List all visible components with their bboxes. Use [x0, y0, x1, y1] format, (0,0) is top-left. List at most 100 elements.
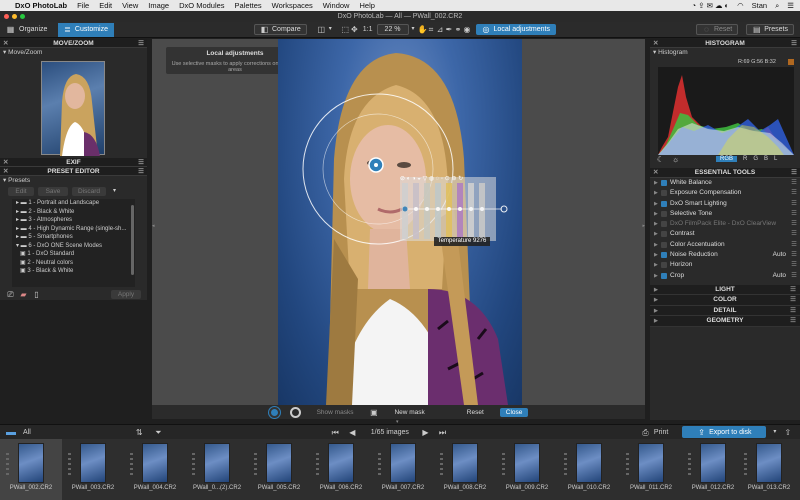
tab-customize[interactable]: ≣ Customize: [58, 22, 114, 37]
presets-subheader[interactable]: ▾ Presets: [0, 176, 147, 185]
main-photo[interactable]: ⊘ ◐ ◑ ◒ ▽ ◍ ◌ ◦ ⊙ ⊛ ↻ Temperature 9276: [278, 39, 522, 405]
eyedropper-icon[interactable]: ✒: [445, 25, 454, 34]
tab-organize[interactable]: ▦ Organize: [0, 23, 58, 37]
expand-icon[interactable]: ▶: [654, 250, 658, 260]
first-image-icon[interactable]: ⏮: [331, 428, 340, 437]
split-view-icon[interactable]: ◫: [317, 25, 326, 34]
rating-dots[interactable]: [192, 453, 195, 475]
navigator-thumbnail[interactable]: [41, 61, 105, 156]
expand-icon[interactable]: ▶: [654, 295, 658, 306]
chevron-down-icon[interactable]: ▾: [409, 25, 418, 34]
expand-icon[interactable]: ▶: [654, 209, 658, 219]
eye-icon[interactable]: ◉: [463, 25, 472, 34]
list-item[interactable]: PWall_012.CR2: [682, 439, 744, 500]
list-item[interactable]: ▣ 3 - Black & White: [16, 267, 135, 276]
zoom-window-button[interactable]: [20, 14, 25, 19]
crop-icon[interactable]: ⌗: [427, 25, 436, 34]
list-item[interactable]: ▸ ▬ 3 - Atmospheres: [16, 216, 135, 225]
list-item[interactable]: PWall_007.CR2: [372, 439, 434, 500]
show-masks-button[interactable]: Show masks: [311, 408, 360, 417]
panel-menu-icon[interactable]: ☰: [790, 295, 796, 306]
toggle-icon[interactable]: [661, 180, 667, 186]
horizon-icon[interactable]: ⊿: [436, 25, 445, 34]
print-button[interactable]: Print: [654, 429, 668, 436]
tool-white-balance[interactable]: ▶ White Balance ☰: [650, 178, 800, 188]
folder-all-label[interactable]: All: [23, 429, 31, 436]
tool-color-accentuation[interactable]: ▶ Color Accentuation ☰: [650, 240, 800, 250]
section-light[interactable]: ▶ LIGHT ☰: [650, 284, 800, 296]
menu-edit[interactable]: Edit: [94, 1, 117, 10]
preset-editor-header[interactable]: ✕ PRESET EDITOR ☰: [0, 167, 147, 176]
rating-dots[interactable]: [130, 453, 133, 475]
list-item[interactable]: PWall_004.CR2: [124, 439, 186, 500]
channel-l[interactable]: L: [774, 156, 777, 162]
reset-adjustments-button[interactable]: Reset: [461, 408, 490, 417]
channel-r[interactable]: R: [743, 156, 747, 162]
rating-dots[interactable]: [316, 453, 319, 475]
expand-icon[interactable]: ▶: [654, 316, 658, 327]
sort-icon[interactable]: ⇅: [135, 428, 144, 437]
toggle-icon[interactable]: [661, 272, 667, 279]
menu-image[interactable]: Image: [143, 1, 174, 10]
preset-icon[interactable]: ⎚: [6, 290, 15, 299]
tool-horizon[interactable]: ▶ Horizon ☰: [650, 260, 800, 270]
histogram-header[interactable]: ✕ HISTOGRAM ☰: [650, 39, 800, 48]
save-preset-button[interactable]: Save: [38, 186, 68, 196]
expand-icon[interactable]: ▶: [654, 306, 658, 317]
list-item[interactable]: ▸ ▬ 2 - Black & White: [16, 208, 135, 217]
list-item[interactable]: ▸ ▬ 4 - High Dynamic Range (single-sh...: [16, 225, 135, 234]
panel-menu-icon[interactable]: ☰: [138, 167, 144, 176]
share-icon[interactable]: ⇧: [783, 428, 792, 437]
reset-button[interactable]: ◌ Reset: [695, 24, 739, 35]
apply-button[interactable]: Apply: [111, 290, 141, 299]
list-item[interactable]: PWall_013.CR2: [738, 439, 800, 500]
close-icon[interactable]: ✕: [3, 158, 8, 167]
panel-menu-icon[interactable]: ☰: [791, 260, 797, 270]
hand-icon[interactable]: ✋: [418, 25, 428, 34]
list-item[interactable]: PWall_009.CR2: [496, 439, 558, 500]
panel-menu-icon[interactable]: ☰: [791, 250, 797, 260]
channel-rgb[interactable]: RGB: [716, 156, 738, 162]
panel-menu-icon[interactable]: ☰: [791, 219, 797, 229]
toggle-icon[interactable]: [661, 231, 667, 238]
chevron-down-icon[interactable]: ▾: [110, 187, 119, 196]
rating-dots[interactable]: [502, 453, 505, 475]
panel-menu-icon[interactable]: ☰: [791, 39, 797, 48]
close-icon[interactable]: ✕: [3, 167, 8, 176]
list-item[interactable]: PWall_008.CR2: [434, 439, 496, 500]
image-canvas[interactable]: Local adjustments Use selective masks to…: [152, 39, 645, 405]
moon-icon[interactable]: ☾: [656, 155, 665, 164]
close-window-button[interactable]: [4, 14, 9, 19]
ratio-button[interactable]: 1:1: [363, 26, 373, 33]
panel-menu-icon[interactable]: ☰: [791, 209, 797, 219]
chevron-down-icon[interactable]: ▾: [326, 25, 335, 34]
toggle-icon[interactable]: [661, 241, 667, 248]
menu-window[interactable]: Window: [318, 1, 355, 10]
right-panel-collapse-arrow[interactable]: ▸: [642, 223, 645, 229]
toggle-icon[interactable]: [661, 221, 667, 228]
rating-dots[interactable]: [68, 453, 71, 475]
repair-icon[interactable]: ⚭: [454, 25, 463, 34]
list-item[interactable]: PWall_0...(2).CR2: [186, 439, 248, 500]
toggle-icon[interactable]: [661, 262, 667, 269]
section-color[interactable]: ▶ COLOR ☰: [650, 295, 800, 306]
edit-preset-button[interactable]: Edit: [8, 186, 34, 196]
local-adjust-mode-icon[interactable]: [268, 406, 280, 418]
discard-preset-button[interactable]: Discard: [72, 186, 106, 196]
menu-app[interactable]: DxO PhotoLab: [10, 1, 72, 10]
panel-menu-icon[interactable]: ☰: [791, 178, 797, 188]
histogram-subheader[interactable]: ▾ Histogram: [650, 48, 800, 57]
exif-header[interactable]: ✕ EXIF ☰: [0, 158, 147, 167]
toggle-icon[interactable]: [661, 190, 667, 197]
menu-palettes[interactable]: Palettes: [230, 1, 267, 10]
list-item[interactable]: ▣ 2 - Neutral colors: [16, 259, 135, 268]
zoom-select[interactable]: 22 %: [376, 24, 409, 35]
section-geometry[interactable]: ▶ GEOMETRY ☰: [650, 316, 800, 327]
folder-icon[interactable]: ▬: [6, 427, 16, 437]
scrollbar[interactable]: [131, 205, 134, 275]
expand-icon[interactable]: ▶: [654, 285, 658, 296]
list-item[interactable]: PWall_006.CR2: [310, 439, 372, 500]
tool-exposure-compensation[interactable]: ▶ Exposure Compensation ☰: [650, 188, 800, 198]
channel-b[interactable]: B: [764, 156, 768, 162]
channel-g[interactable]: G: [753, 156, 758, 162]
